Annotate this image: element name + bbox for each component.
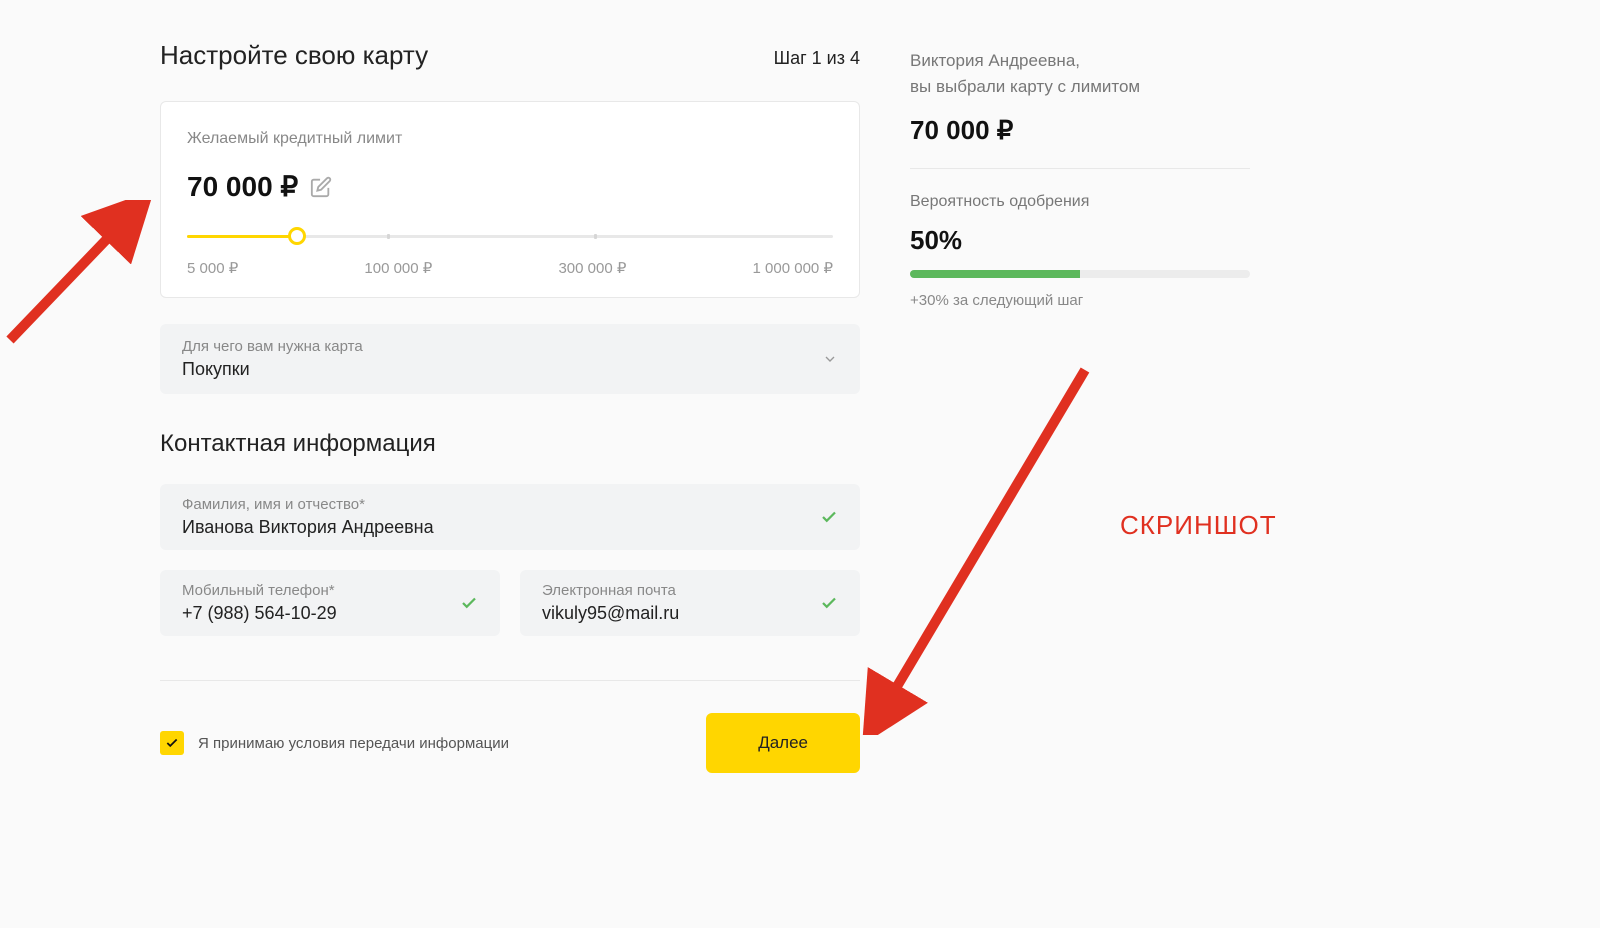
card-purpose-label: Для чего вам нужна карта xyxy=(182,338,363,355)
tick-label-2: 300 000 ₽ xyxy=(558,259,626,277)
fullname-field[interactable]: Фамилия, имя и отчество* Иванова Виктори… xyxy=(160,484,860,550)
greeting-name: Виктория Андреевна, xyxy=(910,51,1080,70)
approval-progress xyxy=(910,270,1250,278)
slider-tick-labels: 5 000 ₽ 100 000 ₽ 300 000 ₽ 1 000 000 ₽ xyxy=(187,259,833,277)
card-purpose-select[interactable]: Для чего вам нужна карта Покупки xyxy=(160,324,860,394)
approval-percent: 50% xyxy=(910,225,1250,256)
email-field[interactable]: Электронная почта vikuly95@mail.ru xyxy=(520,570,860,636)
contact-section-title: Контактная информация xyxy=(160,430,860,458)
annotation-label: СКРИНШОТ xyxy=(1120,510,1277,541)
phone-value: +7 (988) 564-10-29 xyxy=(182,603,337,624)
fullname-value: Иванова Виктория Андреевна xyxy=(182,517,434,538)
phone-label: Мобильный телефон* xyxy=(182,582,337,599)
divider xyxy=(910,168,1250,169)
check-icon xyxy=(820,594,838,612)
card-purpose-value: Покупки xyxy=(182,359,363,380)
fullname-label: Фамилия, имя и отчество* xyxy=(182,496,434,513)
slider-thumb[interactable] xyxy=(288,227,306,245)
page-title: Настройте свою карту xyxy=(160,40,428,71)
check-icon xyxy=(820,508,838,526)
tick-label-max: 1 000 000 ₽ xyxy=(753,259,833,277)
edit-icon[interactable] xyxy=(310,176,332,198)
consent-text: Я принимаю условия передачи информации xyxy=(198,735,509,752)
approval-bonus: +30% за следующий шаг xyxy=(910,292,1250,309)
summary-amount: 70 000 ₽ xyxy=(910,115,1250,146)
step-indicator: Шаг 1 из 4 xyxy=(774,48,860,69)
approval-label: Вероятность одобрения xyxy=(910,193,1250,211)
divider xyxy=(160,680,860,681)
summary-sidebar: Виктория Андреевна, вы выбрали карту с л… xyxy=(910,40,1250,773)
next-button[interactable]: Далее xyxy=(706,713,860,773)
check-icon xyxy=(460,594,478,612)
phone-field[interactable]: Мобильный телефон* +7 (988) 564-10-29 xyxy=(160,570,500,636)
credit-limit-label: Желаемый кредитный лимит xyxy=(187,130,833,148)
consent-checkbox[interactable] xyxy=(160,731,184,755)
credit-limit-card: Желаемый кредитный лимит 70 000 ₽ 5 000 … xyxy=(160,101,860,298)
tick-label-min: 5 000 ₽ xyxy=(187,259,238,277)
credit-limit-value: 70 000 ₽ xyxy=(187,170,298,203)
email-value: vikuly95@mail.ru xyxy=(542,603,679,624)
tick-label-1: 100 000 ₽ xyxy=(364,259,432,277)
email-label: Электронная почта xyxy=(542,582,679,599)
check-icon xyxy=(165,736,179,750)
consent-row: Я принимаю условия передачи информации xyxy=(160,731,509,755)
approval-progress-fill xyxy=(910,270,1080,278)
greeting-line: вы выбрали карту с лимитом xyxy=(910,77,1140,96)
credit-limit-slider[interactable] xyxy=(187,231,833,241)
chevron-down-icon xyxy=(822,351,838,367)
